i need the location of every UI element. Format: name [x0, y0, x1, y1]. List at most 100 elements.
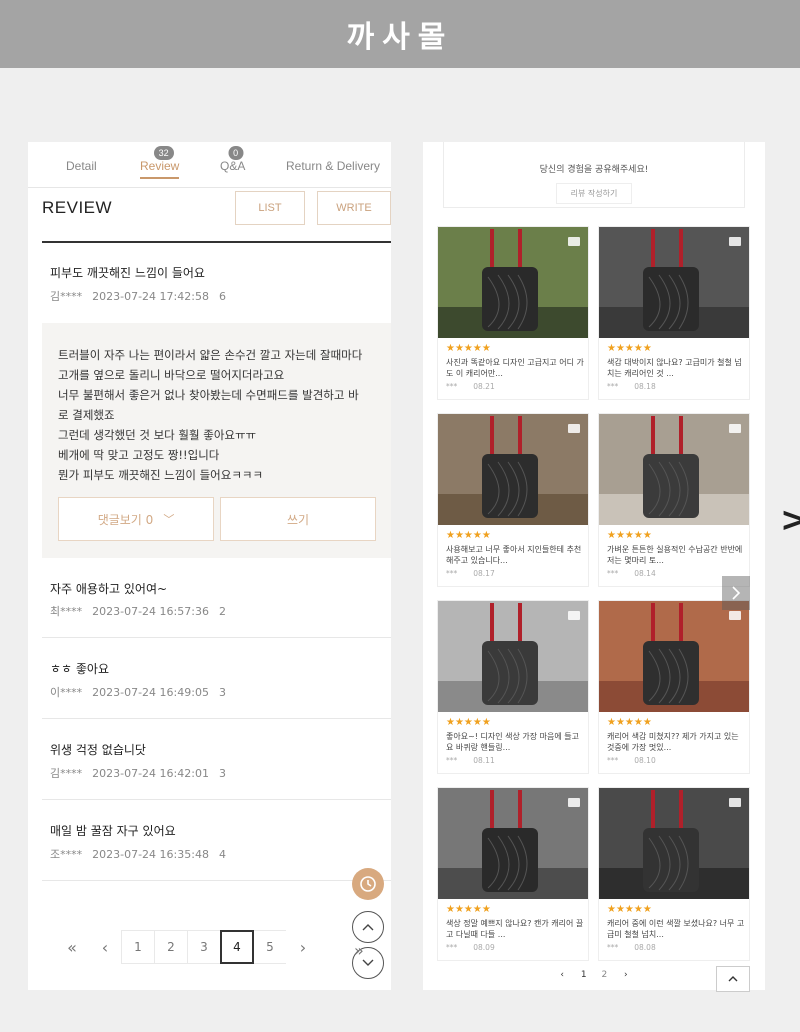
review-title[interactable]: 피부도 깨끗해진 느낌이 들어요	[50, 264, 205, 281]
review-photo	[599, 601, 749, 712]
heading-divider	[42, 241, 391, 243]
page-5[interactable]: 5	[253, 930, 287, 964]
photo-icon	[729, 237, 741, 246]
review-body: 트러블이 자주 나는 편이라서 얇은 손수건 깔고 자는데 잘때마다 고개를 옆…	[58, 348, 363, 482]
review-count-badge: 32	[153, 146, 174, 160]
review-meta: 이**** 2023-07-24 16:49:05 3	[50, 686, 226, 699]
product-tabs: Detail Review 32 Q&A 0 Return & Delivery	[28, 142, 391, 188]
review-card-meta: *** 08.14	[607, 569, 656, 578]
photo-icon	[568, 237, 580, 246]
photo-review-card[interactable]: ★★★★★ 사용해보고 너무 좋아서 지인들한테 추천해주고 있습니다... ***…	[437, 413, 589, 587]
page-2[interactable]: 2	[154, 930, 188, 964]
photo-icon	[568, 798, 580, 807]
photo-prev-button[interactable]: ‹	[560, 970, 564, 980]
chevron-up-icon	[362, 924, 374, 931]
row-divider	[42, 799, 391, 800]
review-card-meta: *** 08.11	[446, 756, 495, 765]
review-excerpt: 색상 정말 예쁘지 않나요? 캔가 캐리어 끌고 다닐때 다들 ...	[446, 919, 584, 939]
tab-detail[interactable]: Detail	[66, 159, 97, 173]
row-divider	[42, 880, 391, 881]
tab-review[interactable]: Review 32	[140, 146, 180, 179]
page-3[interactable]: 3	[187, 930, 221, 964]
photo-review-card[interactable]: ★★★★★ 캐리어 중에 이런 색깔 보셨나요? 너무 고급미 철철 넘치... *…	[598, 787, 750, 961]
review-excerpt: 사진과 똑같아요 디자인 고급지고 어디 가도 이 캐리어만...	[446, 358, 584, 378]
photo-page-2[interactable]: 2	[601, 970, 607, 980]
review-excerpt: 색감 대박이지 않나요? 고급미가 철철 넘치는 캐리어인 것 ...	[607, 358, 742, 378]
share-experience-box: 당신의 경험을 공유해주세요! 리뷰 작성하기	[443, 142, 745, 208]
review-excerpt: 가벼운 튼튼한 실용적인 수납공간 반반에 저는 몇마리 토...	[607, 545, 743, 565]
tab-qna[interactable]: Q&A 0	[220, 146, 245, 173]
tab-return-delivery[interactable]: Return & Delivery	[286, 159, 380, 173]
prev-page-button[interactable]: ‹	[88, 930, 122, 964]
qna-count-badge: 0	[228, 146, 244, 160]
review-photo	[599, 788, 749, 899]
review-excerpt: 캐리어 중에 이런 색깔 보셨나요? 너무 고급미 철철 넘치...	[607, 919, 745, 939]
review-photo	[438, 788, 588, 899]
chevron-up-icon	[728, 976, 738, 982]
review-meta: 최**** 2023-07-24 16:57:36 2	[50, 605, 226, 618]
chevron-down-icon: ﹀	[163, 513, 175, 526]
review-card-meta: *** 08.21	[446, 382, 495, 391]
review-title[interactable]: 매일 밤 꿀잠 자구 있어요	[50, 822, 176, 839]
rating-stars: ★★★★★	[607, 530, 652, 541]
review-excerpt: 사용해보고 너무 좋아서 지인들한테 추천해주고 있습니다...	[446, 545, 582, 565]
review-pagination: « ‹ 1 2 3 4 5 ›	[55, 930, 320, 964]
review-meta: 김**** 2023-07-24 16:42:01 3	[50, 767, 226, 780]
review-title[interactable]: 자주 애용하고 있어여~	[50, 580, 167, 597]
rating-stars: ★★★★★	[607, 904, 652, 915]
rating-stars: ★★★★★	[446, 530, 491, 541]
review-panel: Detail Review 32 Q&A 0 Return & Delivery R…	[28, 142, 391, 990]
photo-review-pagination: ‹ 1 2 ›	[423, 970, 765, 980]
photo-next-button[interactable]: ›	[624, 970, 628, 980]
rating-stars: ★★★★★	[446, 717, 491, 728]
banner-title: 까사몰	[346, 20, 454, 55]
next-page-button[interactable]: ›	[286, 930, 320, 964]
review-card-meta: *** 08.08	[607, 943, 656, 952]
photo-review-card[interactable]: ★★★★★ 가벼운 튼튼한 실용적인 수납공간 반반에 저는 몇마리 토... **…	[598, 413, 750, 587]
row-divider	[42, 718, 391, 719]
page-1[interactable]: 1	[121, 930, 155, 964]
rating-stars: ★★★★★	[446, 904, 491, 915]
photo-icon	[568, 611, 580, 620]
rating-stars: ★★★★★	[446, 343, 491, 354]
first-page-button[interactable]: «	[55, 930, 89, 964]
photo-icon	[729, 424, 741, 433]
recent-view-button[interactable]	[352, 868, 384, 900]
write-review-button[interactable]: 리뷰 작성하기	[555, 183, 633, 204]
photo-icon	[729, 611, 741, 620]
back-to-top-button[interactable]	[716, 966, 750, 992]
review-meta: 조**** 2023-07-24 16:35:48 4	[50, 848, 226, 861]
review-title[interactable]: ㅎㅎ 좋아요	[50, 660, 109, 677]
photo-review-card[interactable]: ★★★★★ 좋아요~! 디자인 색상 가장 마음에 들고요 바퀴랑 핸들링... *…	[437, 600, 589, 774]
review-excerpt: 좋아요~! 디자인 색상 가장 마음에 들고요 바퀴랑 핸들링...	[446, 732, 580, 752]
photo-review-card[interactable]: ★★★★★ 색상 정말 예쁘지 않나요? 캔가 캐리어 끌고 다닐때 다들 ...…	[437, 787, 589, 961]
review-photo	[438, 601, 588, 712]
review-card-meta: *** 08.10	[607, 756, 656, 765]
photo-review-card[interactable]: ★★★★★ 캐리어 색감 미쳤지?? 제가 가지고 있는 것중에 가장 멋있...…	[598, 600, 750, 774]
photo-review-card[interactable]: ★★★★★ 색감 대박이지 않나요? 고급미가 철철 넘치는 캐리어인 것 ...…	[598, 226, 750, 400]
review-card-meta: *** 08.17	[446, 569, 495, 578]
write-button[interactable]: WRITE	[317, 191, 391, 225]
share-prompt: 당신의 경험을 공유해주세요!	[539, 165, 649, 175]
review-photo	[438, 414, 588, 525]
photo-page-1[interactable]: 1	[581, 970, 587, 980]
top-banner: 까사몰	[0, 0, 800, 68]
review-title[interactable]: 위생 걱정 없습니닷	[50, 741, 146, 758]
review-card-meta: *** 08.09	[446, 943, 495, 952]
photo-icon	[568, 424, 580, 433]
review-content-box: 트러블이 자주 나는 편이라서 얇은 손수건 깔고 자는데 잘때마다 고개를 옆…	[42, 323, 391, 558]
chevron-right-icon	[732, 586, 741, 600]
scroll-up-button[interactable]	[352, 911, 384, 943]
carousel-next-arrow[interactable]: >	[780, 500, 800, 540]
last-page-button[interactable]: »	[354, 941, 364, 960]
review-card-meta: *** 08.18	[607, 382, 656, 391]
photo-review-card[interactable]: ★★★★★ 사진과 똑같아요 디자인 고급지고 어디 가도 이 캐리어만... **…	[437, 226, 589, 400]
page-4-current[interactable]: 4	[220, 930, 254, 964]
list-button[interactable]: LIST	[235, 191, 305, 225]
view-comments-button[interactable]: 댓글보기 0 ﹀	[58, 497, 214, 541]
row-divider	[42, 637, 391, 638]
write-comment-button[interactable]: 쓰기	[220, 497, 376, 541]
gallery-next-arrow[interactable]	[722, 576, 750, 610]
photo-icon	[729, 798, 741, 807]
review-heading: REVIEW	[42, 198, 113, 217]
